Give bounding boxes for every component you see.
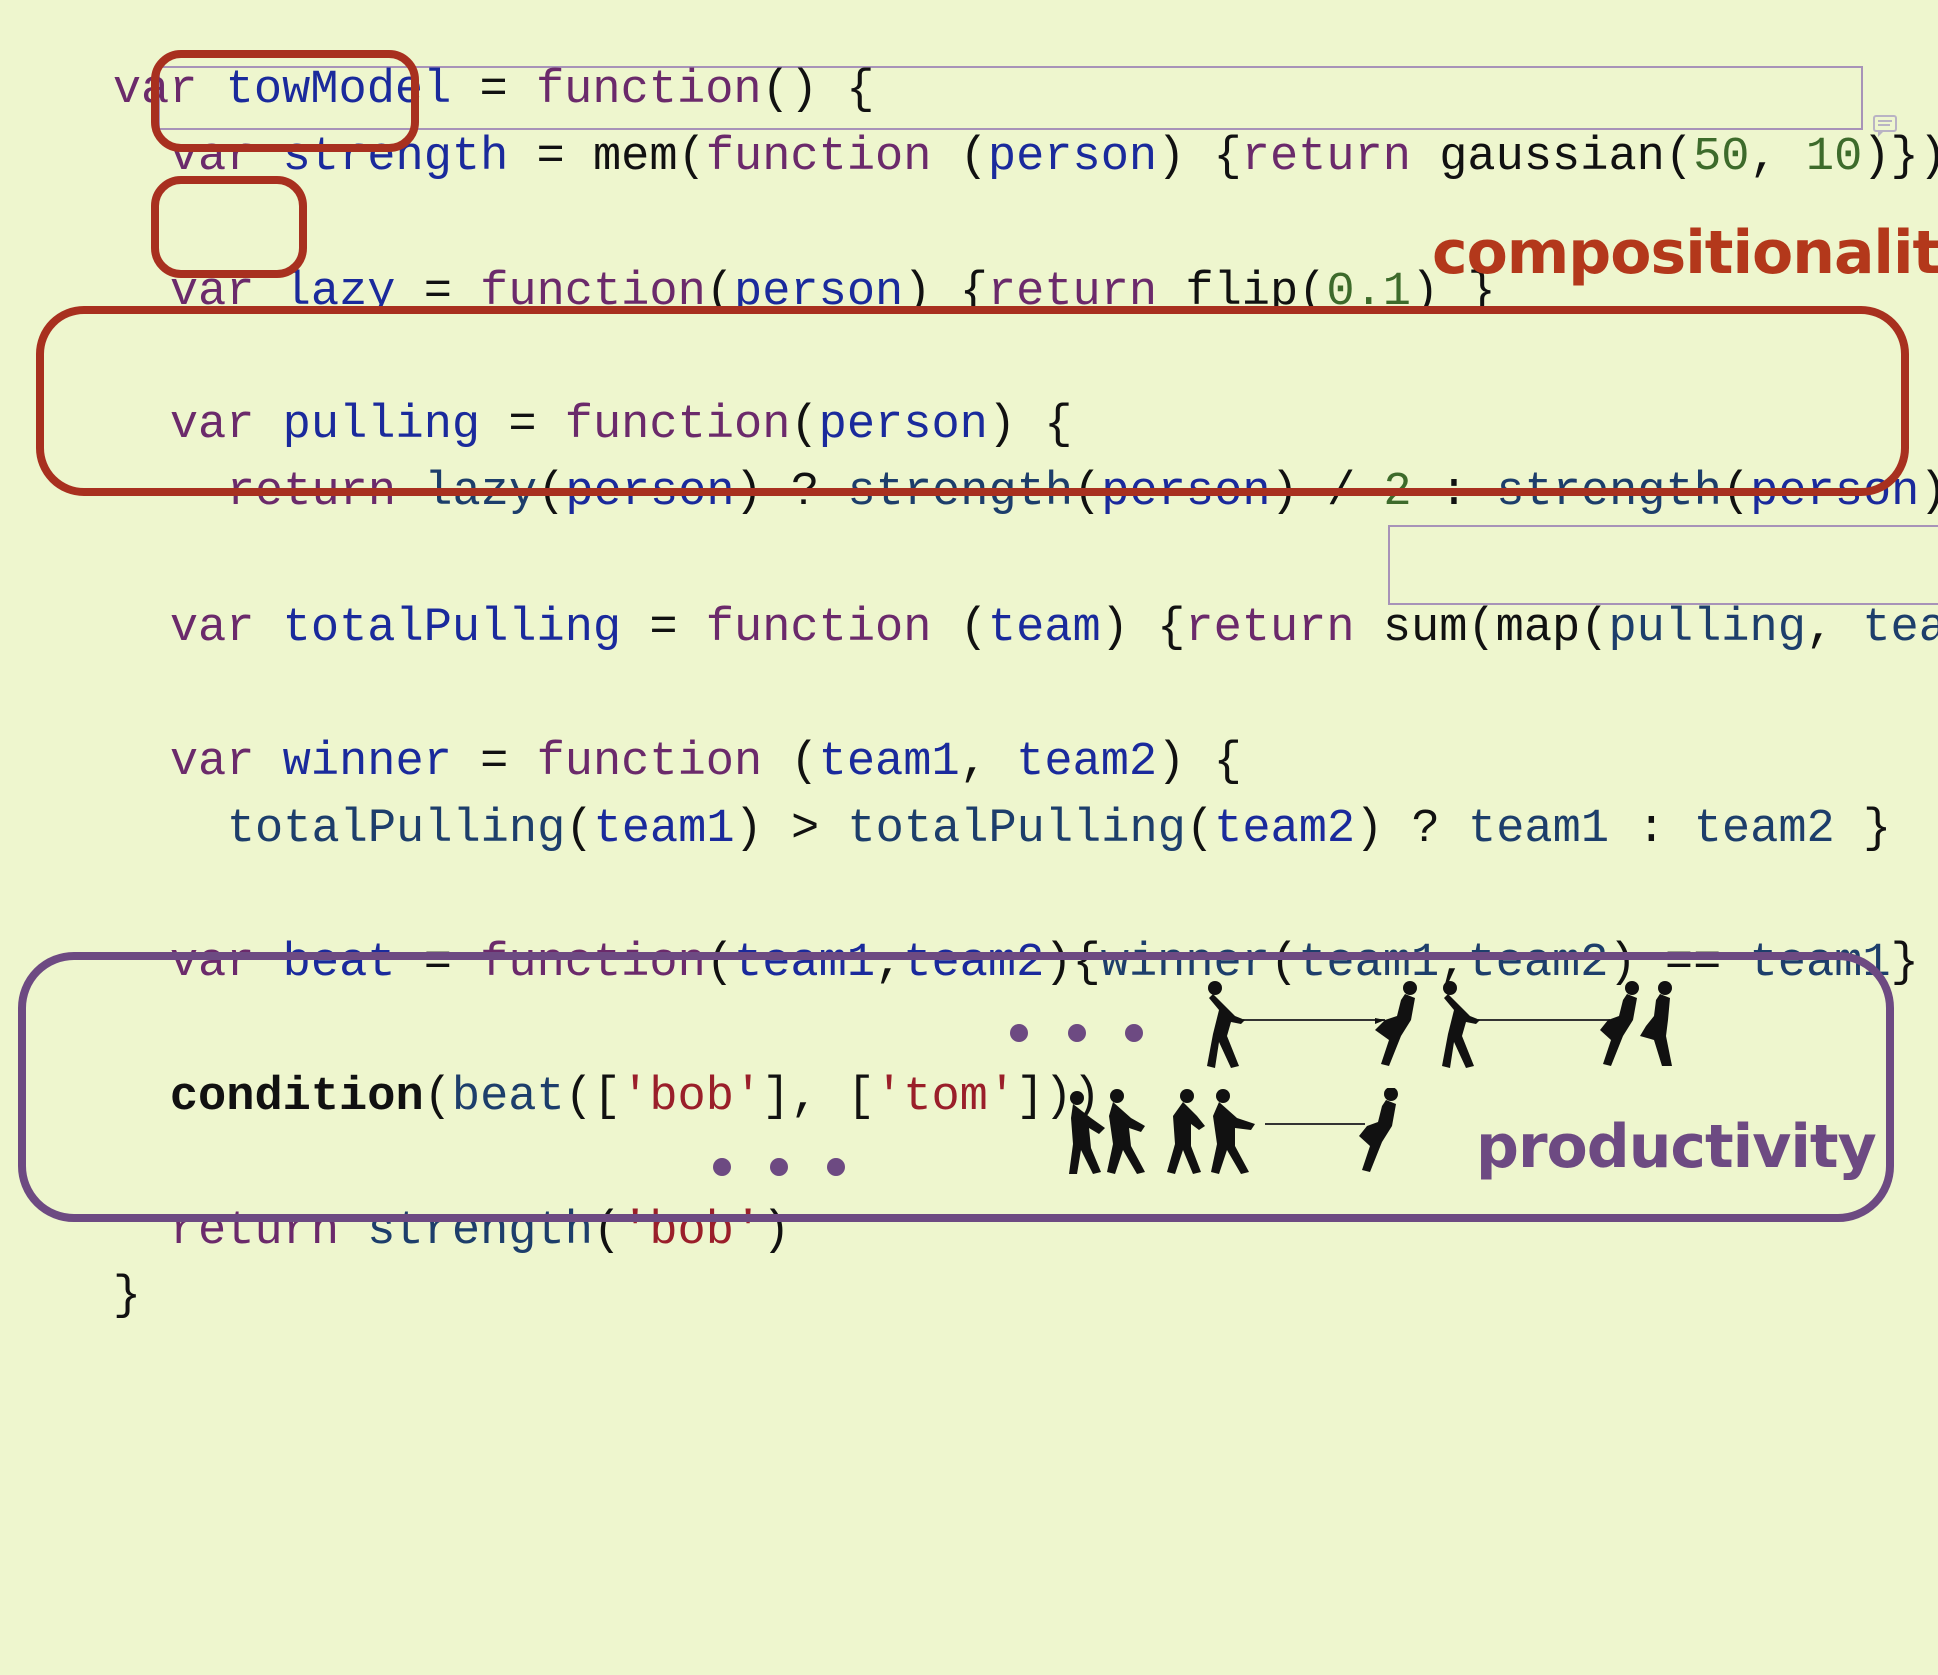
- closing-brace: }: [112, 1270, 142, 1323]
- token: team2: [1214, 803, 1356, 856]
- code-line-8: totalPulling(team1) > totalPulling(team2…: [114, 729, 1891, 856]
- token: return: [1185, 602, 1355, 655]
- token: (: [959, 131, 988, 184]
- token: function: [705, 131, 932, 184]
- token: }: [1890, 937, 1919, 990]
- token: :: [1637, 803, 1666, 856]
- token: ?: [1411, 803, 1440, 856]
- tug-of-war-1v2-icon: [1442, 981, 1672, 1068]
- ellipsis-dot: [1125, 1024, 1143, 1042]
- token: map(: [1495, 602, 1609, 655]
- token: (: [1185, 803, 1215, 856]
- strength-box: [151, 50, 419, 152]
- ellipsis-dot: [827, 1158, 845, 1176]
- token: mem(: [592, 131, 706, 184]
- token: totalPulling: [282, 602, 622, 655]
- token: gaussian(: [1439, 131, 1694, 184]
- code-line-9: var beat = function(team1,team2){winner(…: [57, 863, 1919, 990]
- token: {: [1157, 602, 1186, 655]
- ellipsis-dot: [770, 1158, 788, 1176]
- token: {: [1213, 131, 1242, 184]
- token: totalPulling: [847, 803, 1186, 856]
- token: team2: [1693, 803, 1835, 856]
- token: 50: [1693, 131, 1750, 184]
- ellipsis-dot: [1068, 1024, 1086, 1042]
- token: }: [1862, 803, 1892, 856]
- token: return: [1241, 131, 1411, 184]
- productivity-label: productivity: [1476, 1112, 1877, 1182]
- token: function: [705, 602, 932, 655]
- token: =: [649, 602, 678, 655]
- token: ): [1919, 466, 1938, 519]
- token: totalPulling: [226, 803, 566, 856]
- token: ): [1100, 602, 1129, 655]
- ellipsis-dot: [713, 1158, 731, 1176]
- code-line-6: var totalPulling = function (team) {retu…: [57, 528, 1938, 655]
- token: pulling: [1608, 602, 1806, 655]
- lazy-box: [151, 176, 307, 278]
- token: var: [169, 602, 255, 655]
- comment-icon[interactable]: [1872, 113, 1898, 139]
- token: sum(: [1382, 602, 1496, 655]
- pulling-box: [36, 306, 1909, 496]
- token: ): [734, 803, 763, 856]
- token: >: [790, 803, 820, 856]
- token: ,: [1749, 131, 1778, 184]
- token: person: [987, 131, 1158, 184]
- token: 10: [1805, 131, 1863, 184]
- code-block: var towModel = function() { var strength…: [0, 0, 1938, 1675]
- tug-of-war-4v1-icon: [1069, 1088, 1398, 1174]
- token: ): [1157, 131, 1186, 184]
- token: team1: [593, 803, 735, 856]
- token: ): [1355, 803, 1384, 856]
- token: team1: [1468, 803, 1610, 856]
- compositionality-label: compositionality: [1432, 218, 1938, 288]
- token: (: [959, 602, 988, 655]
- token: =: [536, 131, 565, 184]
- ellipsis-dot: [1010, 1024, 1028, 1042]
- code-line-1: var towModel = function() {: [0, 0, 875, 117]
- code-line-7: var winner = function (team1, team2) {: [57, 662, 1242, 789]
- token: team: [987, 602, 1101, 655]
- token: team: [1862, 602, 1938, 655]
- token: (: [565, 803, 594, 856]
- token: ,: [1805, 602, 1835, 655]
- tug-of-war-1v1-icon: [1207, 981, 1417, 1068]
